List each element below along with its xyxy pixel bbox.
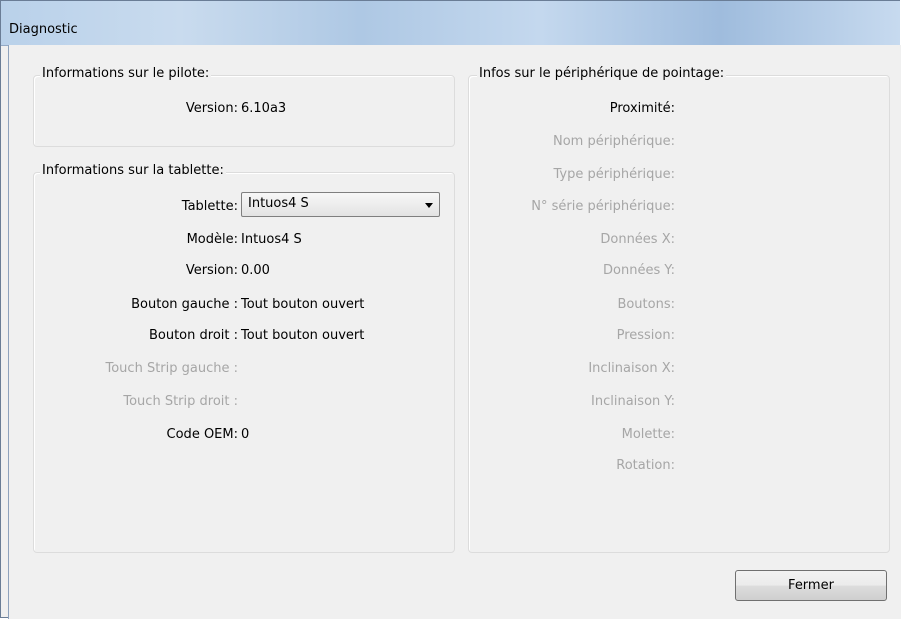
- left-button-label: Bouton gauche :: [131, 297, 238, 312]
- tilt-x-label: Inclinaison X:: [588, 361, 675, 376]
- buttons-label: Boutons:: [617, 297, 675, 312]
- pressure-label: Pression:: [616, 328, 675, 343]
- window-title: Diagnostic: [9, 22, 78, 37]
- device-name-label: Nom périphérique:: [553, 134, 675, 149]
- right-button-label: Bouton droit :: [148, 328, 238, 343]
- data-x-label: Données X:: [600, 232, 675, 247]
- proximity-label: Proximité:: [609, 101, 675, 116]
- tablet-version-value: 0.00: [241, 263, 270, 278]
- tablet-select-label: Tablette:: [181, 199, 238, 214]
- tablet-select-value: Intuos4 S: [248, 196, 309, 211]
- tablet-select-dropdown[interactable]: Intuos4 S: [241, 192, 440, 217]
- chevron-down-icon: [425, 203, 433, 208]
- touch-strip-left-label: Touch Strip gauche :: [105, 361, 239, 376]
- driver-info-legend: Informations sur le pilote:: [40, 66, 212, 81]
- tablet-version-label: Version:: [185, 263, 238, 278]
- oem-code-label: Code OEM:: [166, 427, 238, 442]
- rotation-label: Rotation:: [616, 458, 675, 473]
- title-bar[interactable]: Diagnostic: [1, 1, 900, 46]
- left-button-value: Tout bouton ouvert: [241, 297, 365, 312]
- tilt-y-label: Inclinaison Y:: [591, 394, 675, 409]
- device-serial-label: N° série périphérique:: [531, 199, 675, 214]
- device-type-label: Type périphérique:: [553, 167, 675, 182]
- right-button-value: Tout bouton ouvert: [241, 328, 365, 343]
- wheel-label: Molette:: [621, 427, 675, 442]
- driver-version-label: Version:: [185, 101, 238, 116]
- model-label: Modèle:: [186, 232, 238, 247]
- tablet-info-legend: Informations sur la tablette:: [40, 163, 226, 178]
- model-value: Intuos4 S: [241, 232, 302, 247]
- driver-version-value: 6.10a3: [241, 101, 287, 116]
- pointer-device-legend: Infos sur le périphérique de pointage:: [477, 66, 727, 81]
- data-y-label: Données Y:: [603, 263, 675, 278]
- close-button[interactable]: Fermer: [735, 570, 887, 601]
- touch-strip-right-label: Touch Strip droit :: [123, 394, 238, 409]
- oem-code-value: 0: [241, 427, 250, 442]
